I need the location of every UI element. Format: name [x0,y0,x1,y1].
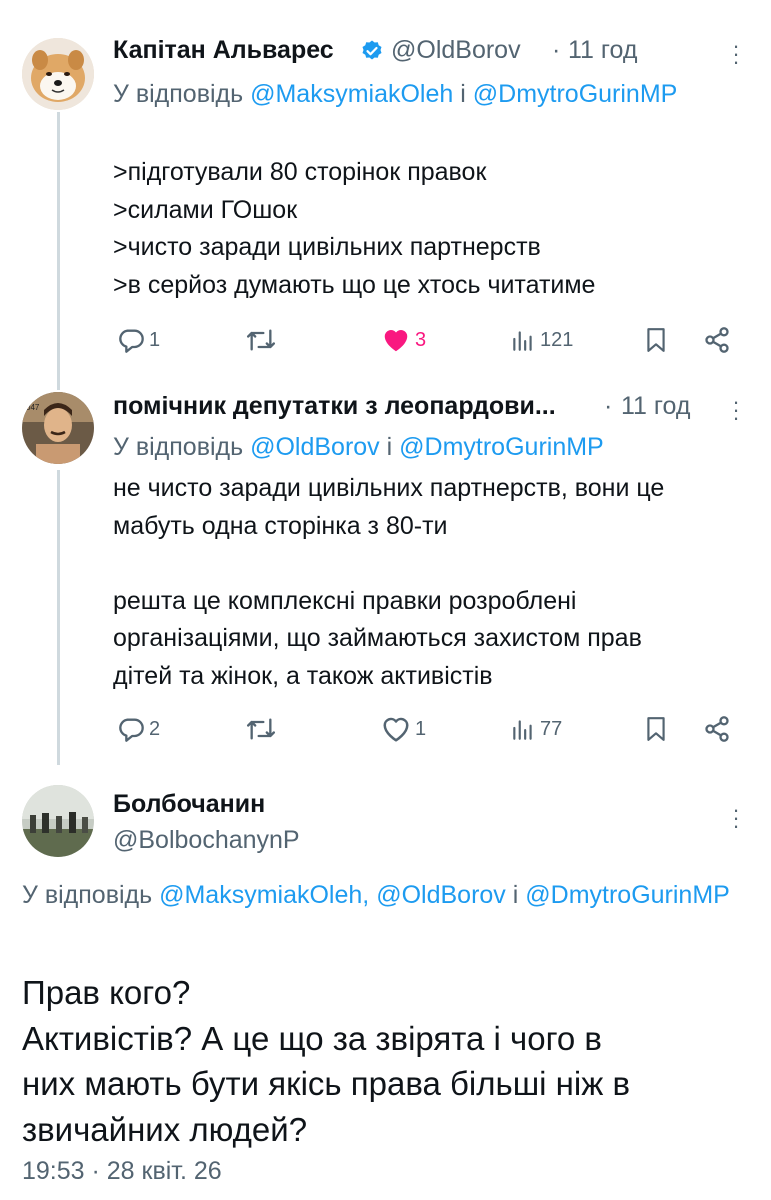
reply-joiner: і [386,433,393,461]
views-icon [513,331,532,351]
tweet-text: >підготували 80 сторінок правок >силами … [113,154,753,304]
tweet-text-line: організаціями, що займаються захистом пр… [113,624,642,652]
reply-count: 1 [149,328,161,351]
like-button[interactable]: 3 [381,326,426,354]
views-count: 121 [540,328,574,351]
thread-line-1 [57,112,60,390]
tweet-text: Прав кого? Активістів? А це що за звірят… [22,970,742,1152]
tweet-text-line: звичайних людей? [22,1110,308,1148]
reply-mention[interactable]: @DmytroGurinMP [525,881,730,909]
more-icon[interactable]: · · · [730,35,740,73]
tweet-text: не чисто заради цивільних партнерств, во… [113,470,763,695]
bookmark-icon [647,328,665,352]
views-button[interactable]: 77 [510,715,562,743]
thread-line-2 [57,470,60,765]
reply-joiner: і [460,80,466,108]
tweet-timestamp[interactable]: 19:53 · 28 квіт. 26 [22,1157,222,1186]
reply-joiner: і [512,881,519,909]
avatar[interactable]: 047 [22,392,94,464]
like-icon [383,717,409,742]
reply-button[interactable]: 1 [117,326,160,354]
tweet-text-line: >силами ГОшок [113,195,298,224]
retweet-button[interactable] [244,715,278,743]
tweet-text-line: >підготували 80 сторінок правок [113,158,487,186]
avatar[interactable] [22,785,94,857]
reply-icon [119,329,144,353]
avatar[interactable] [22,38,94,110]
reply-button[interactable]: 2 [117,715,160,743]
views-icon [513,720,532,740]
like-icon [384,330,408,352]
reply-count: 2 [149,717,161,740]
bookmark-icon [647,717,665,741]
tweet-text-line: не чисто заради цивільних партнерств, во… [113,474,665,502]
author-handle[interactable]: @OldBorov [391,36,521,65]
retweet-button[interactable] [244,326,278,354]
bookmark-button[interactable] [643,715,669,743]
author-name[interactable]: помічник депутатки з леопардови... [113,392,556,421]
tweet-text-line: них мають бути якісь права більші ніж в [22,1065,631,1102]
tweet-text-line: дітей та жінок, а також активістів [113,661,493,690]
reply-mention[interactable]: @DmytroGurinMP [473,80,678,108]
reply-prefix: У відповідь [113,80,244,108]
meta-separator: · [552,36,561,64]
author-name[interactable]: Болбочанин [113,790,265,819]
reply-prefix: У відповідь [22,881,153,909]
like-count: 1 [415,717,427,740]
reply-mention[interactable]: @MaksymiakOleh, [159,881,369,909]
reply-mention[interactable]: @OldBorov [376,881,506,909]
reply-icon [119,718,144,742]
more-icon[interactable]: · · · [730,391,740,429]
views-button[interactable]: 121 [510,326,573,354]
retweet-icon [247,718,275,740]
reply-mention[interactable]: @OldBorov [250,433,380,461]
reply-to-line: У відповідь @MaksymiakOleh, @OldBorov і … [22,876,742,914]
verified-badge-icon [360,39,384,68]
reply-mention[interactable]: @MaksymiakOleh [250,80,453,108]
tweet-text-line: Активістів? А це що за звірята і чого в [22,1019,602,1057]
retweet-icon [247,329,275,351]
tweet-text-line: >чисто заради цивільних партнерств [113,233,541,261]
share-button[interactable] [703,715,731,743]
reply-to-line: У відповідь @OldBorov і @DmytroGurinMP [113,428,753,466]
bookmark-button[interactable] [643,326,669,354]
svg-text:047: 047 [26,403,40,412]
like-count: 3 [415,328,427,351]
tweet-text-line: решта це комплексні правки розроблені [113,586,577,615]
reply-to-line: У відповідь @MaksymiakOleh і @DmytroGuri… [113,75,733,113]
tweet-text-line: >в серйоз думають що це хтось читатиме [113,270,596,299]
meta-separator: · [604,392,613,420]
tweet-text-line: мабуть одна сторінка з 80-ти [113,511,448,540]
author-handle[interactable]: @BolbochanynP [113,826,300,855]
share-icon [705,716,729,742]
tweet-text-line: Прав кого? [22,974,191,1011]
tweet-time[interactable]: 11 год [621,392,690,421]
share-button[interactable] [703,326,731,354]
share-icon [705,327,729,353]
reply-prefix: У відповідь [113,433,244,461]
author-name[interactable]: Капітан Альварес [113,36,334,65]
tweet-text-line [113,545,763,583]
like-button[interactable]: 1 [381,715,426,743]
reply-mention[interactable]: @DmytroGurinMP [399,433,604,461]
more-icon[interactable]: · · · [730,799,740,837]
tweet-time[interactable]: 11 год [568,36,637,65]
views-count: 77 [540,717,563,740]
